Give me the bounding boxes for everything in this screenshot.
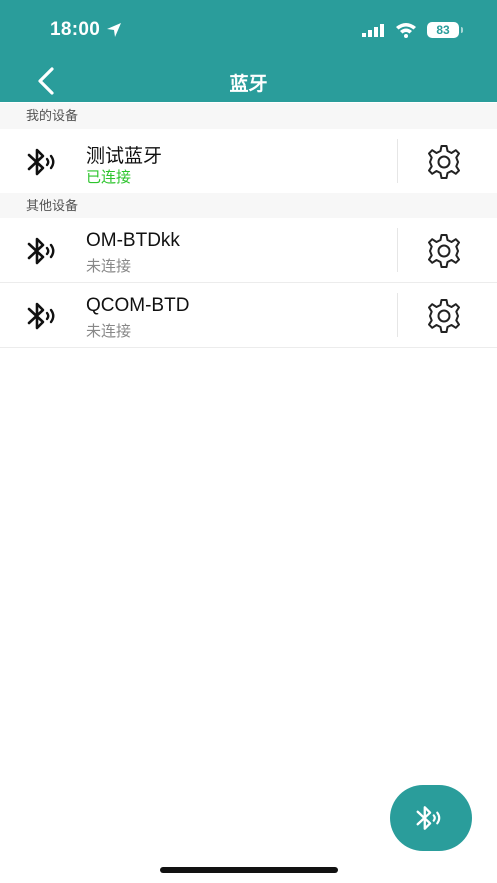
cellular-signal-icon [362,24,384,37]
device-status: 未连接 [86,323,132,340]
section-title: 我的设备 [26,108,79,123]
row-divider [397,228,398,272]
device-status: 未连接 [86,258,132,275]
page-title: 蓝牙 [229,74,268,95]
app-header: 18:00 83 蓝牙 [0,0,497,102]
status-time-group: 18:00 [50,19,122,41]
device-status: 已连接 [86,169,132,186]
bluetooth-icon [416,806,441,830]
battery-level: 83 [436,23,450,37]
device-name: QCOM-BTD [86,295,190,316]
bluetooth-scan-button[interactable] [390,785,472,851]
nav-bar: 蓝牙 [0,60,497,102]
bluetooth-icon [27,302,55,330]
row-divider [397,139,398,183]
section-header-other-devices: 其他设备 [0,193,497,219]
device-settings-button[interactable] [424,296,464,336]
location-arrow-icon [107,23,122,37]
home-indicator [160,867,338,873]
device-name: OM-BTDkk [86,230,180,251]
gear-icon [428,234,460,268]
device-row[interactable]: QCOM-BTD 未连接 [0,283,497,348]
status-bar: 18:00 83 [0,0,497,62]
bluetooth-icon [27,148,55,176]
status-indicators: 83 [361,22,463,38]
device-name: 测试蓝牙 [86,146,163,167]
battery-indicator: 83 [427,22,463,38]
row-divider [397,293,398,337]
section-header-my-devices: 我的设备 [0,103,497,129]
section-title: 其他设备 [26,198,79,213]
device-row[interactable]: OM-BTDkk 未连接 [0,218,497,283]
gear-icon [428,299,460,333]
device-row[interactable]: 测试蓝牙 已连接 [0,129,497,194]
device-settings-button[interactable] [424,231,464,271]
gear-icon [428,145,460,179]
wifi-icon [396,23,416,38]
bluetooth-icon [27,237,55,265]
device-settings-button[interactable] [424,142,464,182]
status-time: 18:00 [50,19,101,40]
